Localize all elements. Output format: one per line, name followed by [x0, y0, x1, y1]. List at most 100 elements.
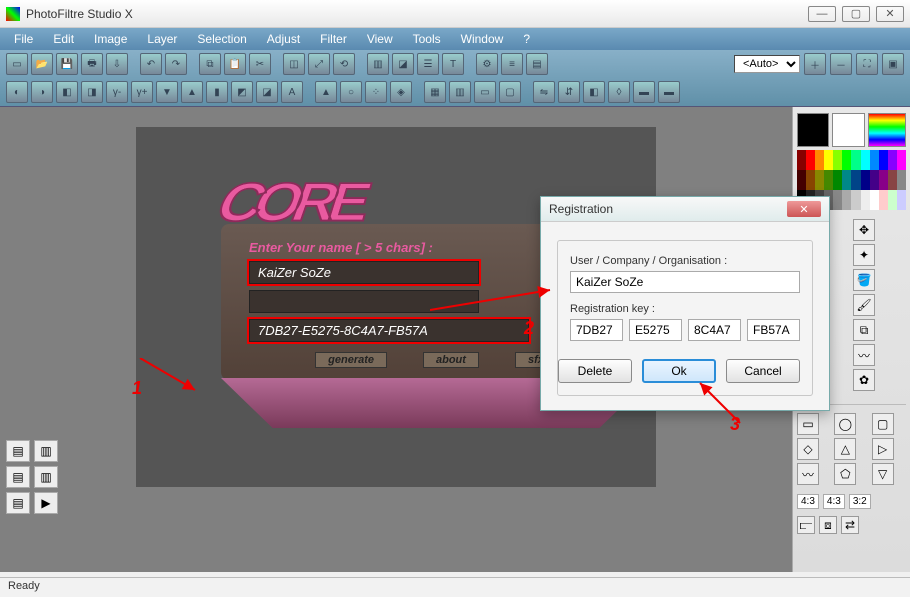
plugin-icon[interactable]: ≡: [501, 53, 523, 75]
shape-poly-icon[interactable]: ⬠: [834, 463, 856, 485]
shape-diamond-icon[interactable]: ◇: [797, 438, 819, 460]
new-icon[interactable]: ▭: [6, 53, 28, 75]
explorer-icon[interactable]: ▤: [526, 53, 548, 75]
noise-icon[interactable]: ⁘: [365, 81, 387, 103]
cut-icon[interactable]: ✂: [249, 53, 271, 75]
sharpen-icon[interactable]: ▲: [315, 81, 337, 103]
shape-ellipse-icon[interactable]: ◯: [834, 413, 856, 435]
layer-up-icon[interactable]: ▥: [34, 466, 58, 488]
menu-adjust[interactable]: Adjust: [257, 30, 310, 48]
blur-icon[interactable]: ○: [340, 81, 362, 103]
flip-h-icon[interactable]: ⇋: [533, 81, 555, 103]
color-spectrum[interactable]: [868, 113, 906, 147]
move-tool-icon[interactable]: ✥: [853, 219, 875, 241]
open-icon[interactable]: 📂: [31, 53, 53, 75]
flip-v-icon[interactable]: ⇵: [558, 81, 580, 103]
align-tool-icon[interactable]: ⫍: [797, 516, 815, 534]
layers-icon[interactable]: ☰: [417, 53, 439, 75]
rotate-icon[interactable]: ⟲: [333, 53, 355, 75]
transparency-icon[interactable]: ◪: [392, 53, 414, 75]
stamp-tool-icon[interactable]: ⧉: [853, 319, 875, 341]
zoom-in-icon[interactable]: ＋: [804, 53, 826, 75]
foreground-color[interactable]: [797, 113, 829, 147]
shape-triangle-icon[interactable]: △: [834, 438, 856, 460]
key-input-3[interactable]: [688, 319, 741, 341]
menu-filter[interactable]: Filter: [310, 30, 357, 48]
ratio-presets[interactable]: 4:3 4:3 3:2: [797, 494, 906, 509]
dialog-close-icon[interactable]: ✕: [787, 201, 821, 217]
shape-triangle-r-icon[interactable]: ▷: [872, 438, 894, 460]
zoom-select[interactable]: <Auto>: [734, 55, 800, 73]
print-icon[interactable]: 🖶: [81, 53, 103, 75]
menu-help[interactable]: ?: [513, 30, 540, 48]
close-button[interactable]: ✕: [876, 6, 904, 22]
ratio-1[interactable]: 4:3: [797, 494, 819, 509]
text-icon[interactable]: T: [442, 53, 464, 75]
grid-icon[interactable]: ▥: [449, 81, 471, 103]
scan-icon[interactable]: ⇩: [106, 53, 128, 75]
delete-button[interactable]: Delete: [558, 359, 632, 383]
key-input-2[interactable]: [629, 319, 682, 341]
emboss-icon[interactable]: ◈: [390, 81, 412, 103]
fill-tool-icon[interactable]: 🪣: [853, 269, 875, 291]
shadow-icon[interactable]: ▬: [633, 81, 655, 103]
menu-selection[interactable]: Selection: [187, 30, 256, 48]
keygen-serial-input[interactable]: 7DB27-E5275-8C4A7-FB57A: [249, 319, 529, 342]
resize-icon[interactable]: ⤢: [308, 53, 330, 75]
layer-dup-icon[interactable]: ▥: [34, 440, 58, 462]
generate-button[interactable]: generate: [315, 352, 387, 368]
layer-del-icon[interactable]: ▤: [6, 492, 30, 514]
undo-icon[interactable]: ↶: [140, 53, 162, 75]
menu-window[interactable]: Window: [451, 30, 514, 48]
smudge-tool-icon[interactable]: 〰: [853, 344, 875, 366]
copy-icon[interactable]: ⧉: [199, 53, 221, 75]
border-icon[interactable]: ▭: [474, 81, 496, 103]
shape-star-icon[interactable]: ▽: [872, 463, 894, 485]
shape-lasso-icon[interactable]: 〰: [797, 463, 819, 485]
saturation-plus-icon[interactable]: ▲: [181, 81, 203, 103]
ratio-3[interactable]: 3:2: [849, 494, 871, 509]
fit-icon[interactable]: ▣: [882, 53, 904, 75]
redo-icon[interactable]: ↷: [165, 53, 187, 75]
layer-add-icon[interactable]: ▤: [6, 440, 30, 462]
crop-icon[interactable]: ◫: [283, 53, 305, 75]
mirror-icon[interactable]: ◧: [583, 81, 605, 103]
menu-layer[interactable]: Layer: [137, 30, 187, 48]
minimize-button[interactable]: —: [808, 6, 836, 22]
batch-icon[interactable]: ⚙: [476, 53, 498, 75]
frame-icon[interactable]: ▢: [499, 81, 521, 103]
contrast-plus-icon[interactable]: ◨: [81, 81, 103, 103]
save-icon[interactable]: 💾: [56, 53, 78, 75]
menu-edit[interactable]: Edit: [43, 30, 84, 48]
saturation-minus-icon[interactable]: ▼: [156, 81, 178, 103]
maximize-button[interactable]: ▢: [842, 6, 870, 22]
paste-icon[interactable]: 📋: [224, 53, 246, 75]
keygen-blank-input[interactable]: [249, 290, 479, 313]
crop-tool-icon[interactable]: ⧈: [819, 516, 837, 534]
contrast-minus-icon[interactable]: ◧: [56, 81, 78, 103]
layer-down-icon[interactable]: ▤: [6, 466, 30, 488]
keygen-name-input[interactable]: KaiZer SoZe: [249, 261, 479, 284]
gradient-icon[interactable]: ▬: [658, 81, 680, 103]
auto-icon[interactable]: A: [281, 81, 303, 103]
retouch-tool-icon[interactable]: ✿: [853, 369, 875, 391]
menu-file[interactable]: File: [4, 30, 43, 48]
wand-tool-icon[interactable]: ✦: [853, 244, 875, 266]
brush-tool-icon[interactable]: 🖌: [853, 294, 875, 316]
key-input-1[interactable]: [570, 319, 623, 341]
perspective-icon[interactable]: ◊: [608, 81, 630, 103]
shape-roundrect-icon[interactable]: ▢: [872, 413, 894, 435]
zoom-out-icon[interactable]: －: [830, 53, 852, 75]
gamma-minus-icon[interactable]: γ-: [106, 81, 128, 103]
variations-icon[interactable]: ▦: [424, 81, 446, 103]
menu-image[interactable]: Image: [84, 30, 137, 48]
gamma-plus-icon[interactable]: γ+: [131, 81, 153, 103]
about-button[interactable]: about: [423, 352, 479, 368]
cancel-button[interactable]: Cancel: [726, 359, 800, 383]
shape-rect-icon[interactable]: ▭: [797, 413, 819, 435]
rgb-split-icon[interactable]: ▥: [367, 53, 389, 75]
swap-tool-icon[interactable]: ⇄: [841, 516, 859, 534]
fullscreen-icon[interactable]: ⛶: [856, 53, 878, 75]
brightness-plus-icon[interactable]: ◑: [31, 81, 53, 103]
background-color[interactable]: [832, 113, 864, 147]
